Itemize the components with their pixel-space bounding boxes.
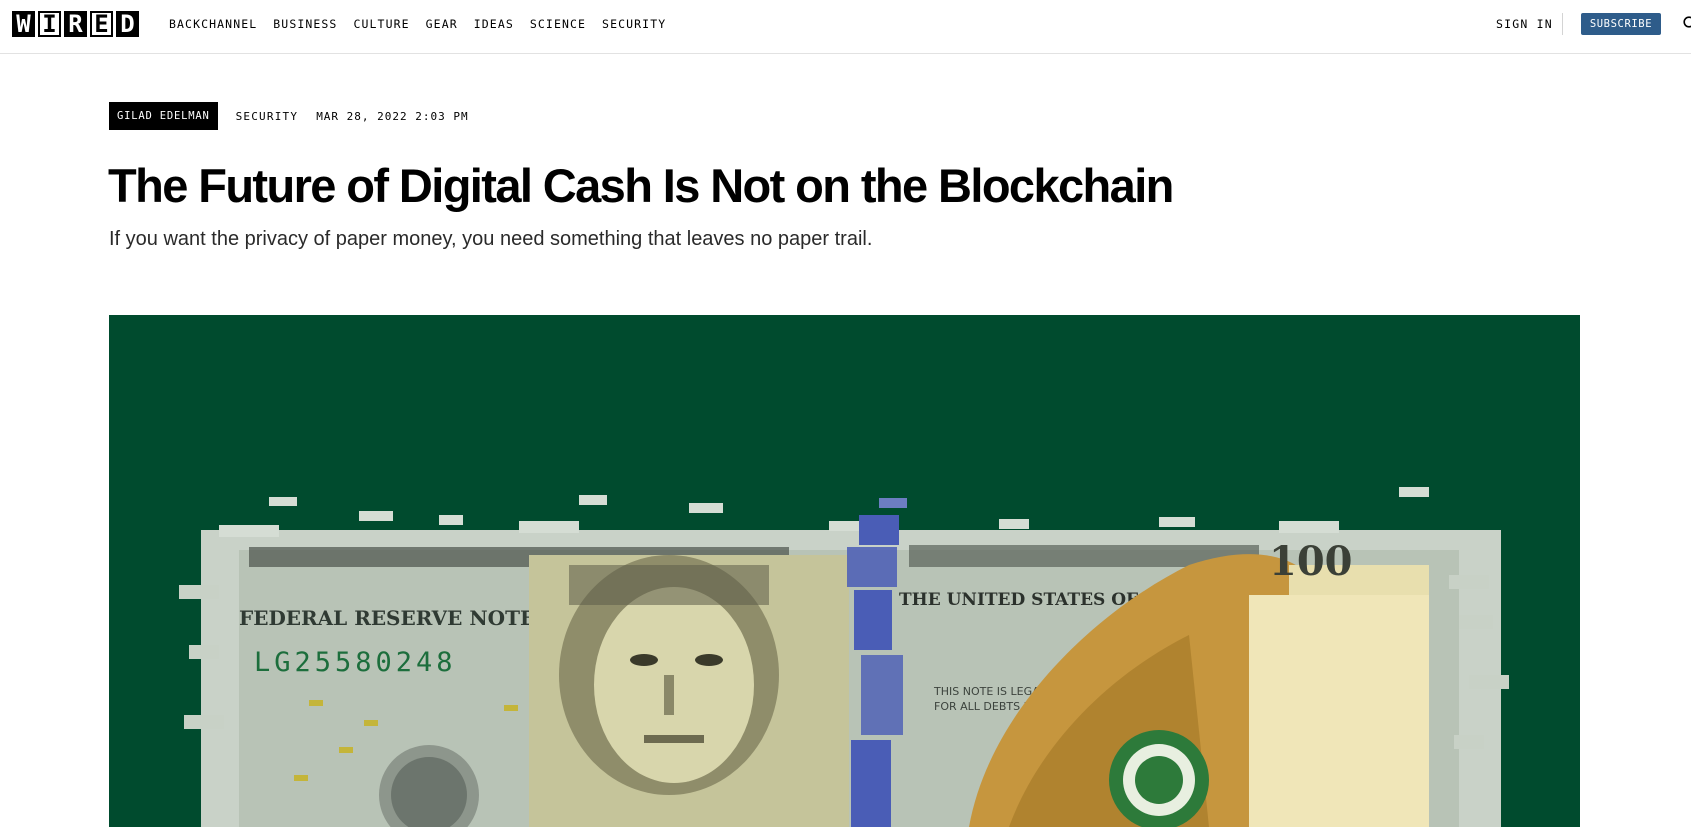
search-icon[interactable] bbox=[1683, 16, 1691, 32]
bill-heading-text: FEDERAL RESERVE NOTE bbox=[239, 606, 535, 630]
rubric-link[interactable]: SECURITY bbox=[236, 110, 299, 123]
primary-nav: BACKCHANNEL BUSINESS CULTURE GEAR IDEAS … bbox=[169, 17, 682, 31]
article-headline: The Future of Digital Cash Is Not on the… bbox=[108, 159, 1174, 212]
nav-gear[interactable]: GEAR bbox=[426, 17, 458, 31]
hundred-dollar-bill-illustration: FEDERAL RESERVE NOTE LG25580248 THE UNIT… bbox=[109, 315, 1580, 827]
publish-date: MAR 28, 2022 2:03 PM bbox=[316, 109, 469, 123]
nav-science[interactable]: SCIENCE bbox=[530, 17, 586, 31]
nav-security[interactable]: SECURITY bbox=[602, 17, 666, 31]
nav-culture[interactable]: CULTURE bbox=[353, 17, 409, 31]
wired-logo[interactable]: W I R E D bbox=[12, 11, 139, 37]
bill-denomination-text: 100 bbox=[1269, 538, 1353, 585]
subscribe-button[interactable]: SUBSCRIBE bbox=[1581, 13, 1661, 35]
logo-letter: W bbox=[12, 11, 35, 37]
sign-in-link[interactable]: SIGN IN bbox=[1496, 17, 1553, 31]
author-link[interactable]: GILAD EDELMAN bbox=[109, 102, 218, 130]
article-dek: If you want the privacy of paper money, … bbox=[109, 228, 873, 250]
bill-body: FEDERAL RESERVE NOTE LG25580248 THE UNIT… bbox=[179, 487, 1509, 827]
nav-ideas[interactable]: IDEAS bbox=[474, 17, 514, 31]
header-divider bbox=[1562, 13, 1563, 35]
hero-image: FEDERAL RESERVE NOTE LG25580248 THE UNIT… bbox=[109, 315, 1580, 827]
portrait bbox=[529, 555, 849, 827]
site-header: W I R E D BACKCHANNEL BUSINESS CULTURE G… bbox=[0, 0, 1691, 54]
article-byline: GILAD EDELMAN SECURITY MAR 28, 2022 2:03… bbox=[109, 102, 469, 130]
logo-letter: I bbox=[38, 11, 61, 37]
nav-business[interactable]: BUSINESS bbox=[273, 17, 337, 31]
logo-letter: R bbox=[64, 11, 87, 37]
bill-serial-text: LG25580248 bbox=[254, 647, 457, 678]
logo-letter: D bbox=[116, 11, 139, 37]
logo-letter: E bbox=[90, 11, 113, 37]
nav-backchannel[interactable]: BACKCHANNEL bbox=[169, 17, 257, 31]
